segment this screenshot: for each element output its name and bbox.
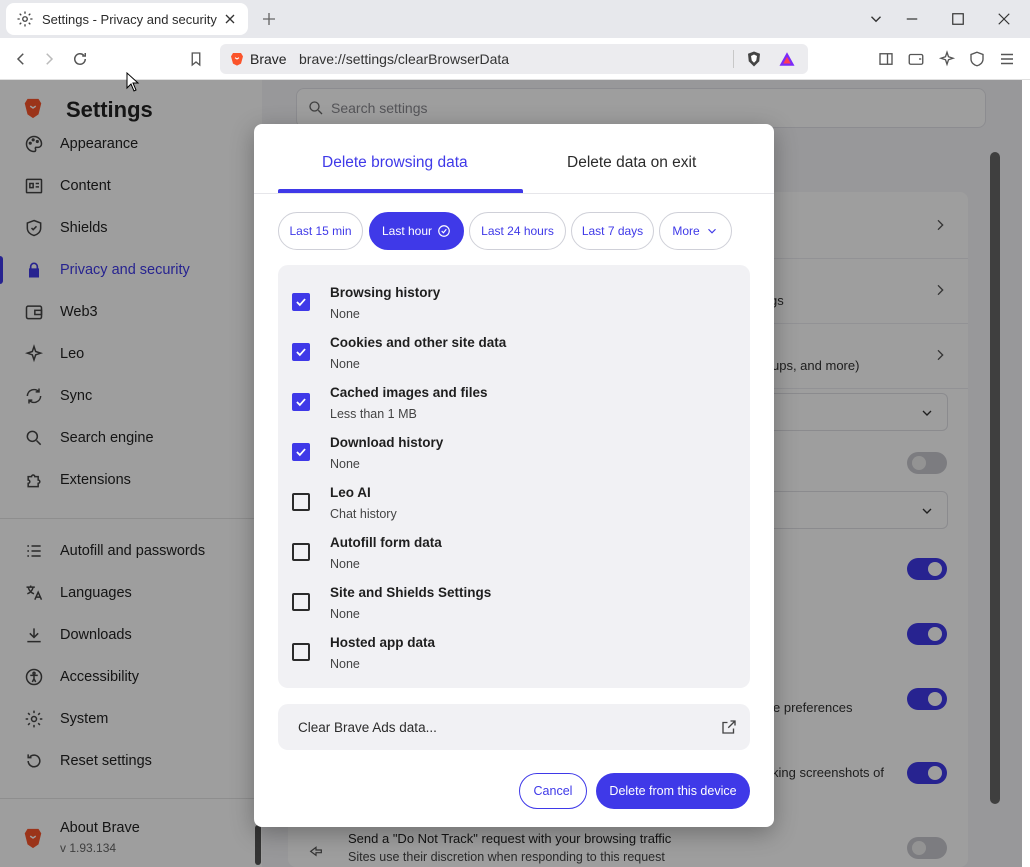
item-title: Download history bbox=[330, 435, 444, 450]
checkbox[interactable] bbox=[292, 593, 310, 611]
tab-search-chevron-icon[interactable] bbox=[867, 10, 885, 28]
chevron-down-icon bbox=[707, 228, 716, 234]
list-item[interactable]: Leo AI Chat history bbox=[278, 483, 750, 533]
brave-shields-icon[interactable] bbox=[745, 50, 763, 68]
item-title: Browsing history bbox=[330, 285, 441, 300]
list-item[interactable]: Autofill form data None bbox=[278, 533, 750, 583]
clear-ads-label: Clear Brave Ads data... bbox=[298, 720, 437, 735]
browser-tab-title: Settings - Privacy and security bbox=[42, 11, 217, 27]
list-item[interactable]: Download history None bbox=[278, 433, 750, 483]
time-range-label: Last 7 days bbox=[581, 224, 644, 238]
data-type-list: Browsing history None Cookies and other … bbox=[278, 265, 750, 688]
reload-icon[interactable] bbox=[71, 50, 89, 68]
brave-lion-icon bbox=[231, 53, 243, 66]
window-edge bbox=[1022, 80, 1030, 867]
time-range-last-7-days[interactable]: Last 7 days bbox=[571, 212, 654, 250]
window-close-icon[interactable] bbox=[995, 10, 1013, 28]
checkbox[interactable] bbox=[292, 393, 310, 411]
forward-icon[interactable] bbox=[40, 50, 58, 68]
leo-ai-icon[interactable] bbox=[938, 50, 956, 68]
active-tab-indicator bbox=[278, 189, 523, 193]
item-subtitle: None bbox=[330, 307, 360, 321]
dialog-tabs: Delete browsing data Delete data on exit bbox=[254, 124, 774, 194]
menu-icon[interactable] bbox=[998, 50, 1016, 68]
check-circle-icon bbox=[438, 225, 450, 237]
item-title: Autofill form data bbox=[330, 535, 442, 550]
item-subtitle: None bbox=[330, 657, 360, 671]
wallet-icon[interactable] bbox=[907, 50, 925, 68]
gear-icon bbox=[17, 11, 33, 27]
time-range-last-15-min[interactable]: Last 15 min bbox=[278, 212, 363, 250]
close-icon[interactable] bbox=[222, 11, 238, 27]
checkbox[interactable] bbox=[292, 443, 310, 461]
brave-rewards-icon[interactable] bbox=[778, 50, 796, 68]
time-range-last-24-hours[interactable]: Last 24 hours bbox=[469, 212, 566, 250]
item-subtitle: None bbox=[330, 457, 360, 471]
item-subtitle: Chat history bbox=[330, 507, 397, 521]
checkbox[interactable] bbox=[292, 343, 310, 361]
cancel-button[interactable]: Cancel bbox=[519, 773, 587, 809]
item-subtitle: None bbox=[330, 357, 360, 371]
check-icon bbox=[296, 298, 306, 307]
time-range-label: Last 15 min bbox=[289, 224, 352, 238]
external-link-icon bbox=[722, 720, 736, 734]
minimize-icon[interactable] bbox=[903, 10, 921, 28]
check-icon bbox=[296, 398, 306, 407]
check-icon bbox=[296, 348, 306, 357]
item-subtitle: None bbox=[330, 557, 360, 571]
item-title: Site and Shields Settings bbox=[330, 585, 492, 600]
time-range-last-hour[interactable]: Last hour bbox=[369, 212, 464, 250]
clear-browsing-data-dialog: Delete browsing data Delete data on exit… bbox=[254, 124, 774, 827]
vpn-shield-icon[interactable] bbox=[968, 50, 986, 68]
item-subtitle: None bbox=[330, 607, 360, 621]
clear-brave-ads-link[interactable]: Clear Brave Ads data... bbox=[278, 704, 750, 750]
list-item[interactable]: Cached images and files Less than 1 MB bbox=[278, 383, 750, 433]
browser-tab-settings[interactable]: Settings - Privacy and security bbox=[6, 3, 248, 35]
omnibox-divider bbox=[733, 50, 734, 68]
list-item[interactable]: Cookies and other site data None bbox=[278, 333, 750, 383]
mouse-cursor-icon bbox=[126, 72, 140, 92]
checkbox[interactable] bbox=[292, 493, 310, 511]
check-icon bbox=[296, 448, 306, 457]
item-title: Hosted app data bbox=[330, 635, 436, 650]
maximize-icon[interactable] bbox=[949, 10, 967, 28]
list-item[interactable]: Site and Shields Settings None bbox=[278, 583, 750, 633]
list-item[interactable]: Hosted app data None bbox=[278, 633, 750, 683]
tab-strip: Settings - Privacy and security bbox=[0, 0, 1030, 38]
tab-delete-browsing-data[interactable]: Delete browsing data bbox=[322, 154, 468, 172]
checkbox[interactable] bbox=[292, 543, 310, 561]
url-text[interactable]: brave://settings/clearBrowserData bbox=[299, 51, 509, 67]
item-title: Leo AI bbox=[330, 485, 371, 500]
bookmark-icon[interactable] bbox=[187, 50, 205, 68]
address-bar[interactable]: Brave brave://settings/clearBrowserData bbox=[220, 44, 808, 74]
time-range-label: More bbox=[672, 224, 700, 238]
omnibox-brand-label: Brave bbox=[250, 51, 287, 67]
time-range-label: Last hour bbox=[381, 224, 433, 238]
item-title: Cached images and files bbox=[330, 385, 488, 400]
back-icon[interactable] bbox=[12, 50, 30, 68]
tab-delete-data-on-exit[interactable]: Delete data on exit bbox=[567, 154, 696, 172]
browser-toolbar: Brave brave://settings/clearBrowserData bbox=[0, 38, 1030, 80]
time-range-more[interactable]: More bbox=[659, 212, 732, 250]
delete-from-device-button[interactable]: Delete from this device bbox=[596, 773, 750, 809]
list-item[interactable]: Browsing history None bbox=[278, 283, 750, 333]
new-tab-icon[interactable] bbox=[260, 10, 278, 28]
item-subtitle: Less than 1 MB bbox=[330, 407, 417, 421]
time-range-label: Last 24 hours bbox=[481, 224, 554, 238]
checkbox[interactable] bbox=[292, 293, 310, 311]
sidebar-toggle-icon[interactable] bbox=[877, 50, 895, 68]
item-title: Cookies and other site data bbox=[330, 335, 507, 350]
checkbox[interactable] bbox=[292, 643, 310, 661]
